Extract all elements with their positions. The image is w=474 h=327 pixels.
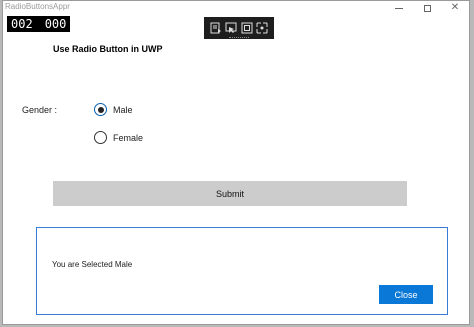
radio-dot-icon bbox=[97, 106, 104, 113]
frame-rate-counter: 002 000 bbox=[7, 16, 71, 32]
toolbar-grip[interactable] bbox=[229, 37, 249, 40]
title-bar[interactable]: RadioButtonsAppr ✕ bbox=[3, 1, 469, 15]
radio-male[interactable]: Male bbox=[94, 103, 133, 116]
maximize-icon bbox=[423, 4, 431, 12]
minimize-icon bbox=[395, 7, 403, 9]
radio-female[interactable]: Female bbox=[94, 131, 143, 144]
maximize-button[interactable] bbox=[413, 1, 441, 15]
live-visual-tree-icon[interactable] bbox=[210, 22, 222, 34]
radio-male-label: Male bbox=[113, 104, 133, 115]
close-window-button[interactable]: ✕ bbox=[441, 1, 469, 15]
gender-label: Gender : bbox=[22, 105, 58, 115]
radio-unchecked-icon bbox=[94, 131, 107, 144]
app-window: RadioButtonsAppr ✕ 002 000 Use Radio But… bbox=[2, 0, 470, 325]
layout-adorners-icon[interactable] bbox=[241, 22, 253, 34]
page-title: Use Radio Button in UWP bbox=[53, 44, 163, 54]
close-button[interactable]: Close bbox=[379, 285, 433, 304]
frame-counter-left: 002 bbox=[11, 17, 33, 31]
select-element-icon[interactable] bbox=[225, 22, 237, 34]
window-title: RadioButtonsAppr bbox=[5, 2, 70, 11]
frame-counter-right: 000 bbox=[44, 17, 67, 31]
dialog-message: You are Selected Male bbox=[52, 260, 133, 269]
track-focus-icon[interactable] bbox=[256, 22, 268, 34]
close-icon: ✕ bbox=[450, 2, 460, 13]
minimize-button[interactable] bbox=[385, 1, 413, 15]
message-dialog: You are Selected Male Close bbox=[36, 227, 448, 315]
submit-button[interactable]: Submit bbox=[53, 181, 407, 206]
debug-toolbar bbox=[204, 17, 274, 39]
radio-female-label: Female bbox=[113, 132, 144, 143]
radio-checked-icon bbox=[94, 103, 107, 116]
